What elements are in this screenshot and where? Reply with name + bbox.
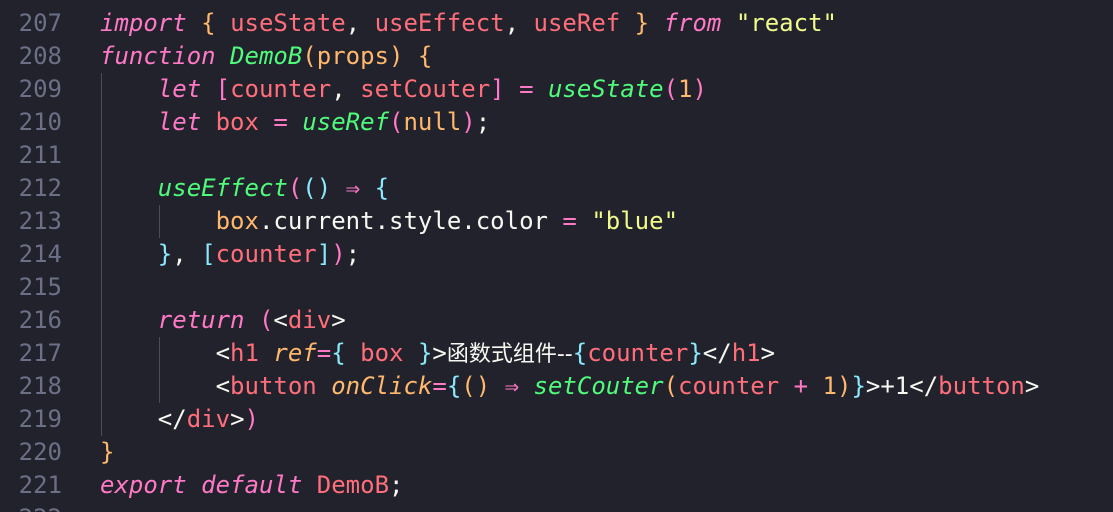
function-call-token: useState bbox=[547, 75, 664, 103]
code-line: let box = useRef(null); bbox=[157, 108, 491, 136]
identifier-token: counter bbox=[215, 240, 317, 268]
code-line: }, [counter]); bbox=[157, 240, 361, 268]
keyword-token: import bbox=[100, 9, 187, 37]
code-line: useEffect(() ⇒ { bbox=[157, 174, 390, 202]
keyword-token: return bbox=[157, 306, 245, 334]
line-number: 217 bbox=[18, 339, 62, 367]
code-line: function DemoB(props) { bbox=[100, 42, 433, 70]
keyword-token: export bbox=[100, 471, 187, 499]
identifier-token: box bbox=[360, 339, 404, 367]
code-line: <h1 ref={ box }>函数式组件--{counter}</h1> bbox=[215, 339, 776, 367]
number-token: 1 bbox=[822, 372, 837, 400]
property-token: color bbox=[475, 207, 548, 235]
jsx-text-token: 函数式组件-- bbox=[446, 342, 573, 367]
jsx-tag-token: div bbox=[186, 405, 231, 433]
property-token: current bbox=[273, 207, 375, 235]
code-line: <button onClick={() ⇒ setCouter(counter … bbox=[215, 372, 1040, 400]
line-number: 221 bbox=[18, 471, 62, 499]
function-name-token: DemoB bbox=[230, 42, 303, 70]
code-line: box.current.style.color = "blue" bbox=[215, 207, 679, 235]
jsx-tag-token: div bbox=[287, 306, 332, 334]
line-number: 212 bbox=[18, 174, 62, 202]
jsx-tag-token: h1 bbox=[731, 339, 761, 367]
identifier-token: counter bbox=[587, 339, 689, 367]
line-number-gutter: 207 208 209 210 211 212 213 214 215 216 … bbox=[0, 0, 80, 512]
arrow-token: ⇒ bbox=[504, 372, 520, 400]
string-token: "react" bbox=[735, 9, 837, 37]
code-area[interactable]: import { useState, useEffect, useRef } f… bbox=[100, 0, 1113, 512]
code-line: let [counter, setCouter] = useState(1) bbox=[157, 75, 707, 103]
jsx-attribute-token: ref bbox=[273, 339, 317, 367]
keyword-token: let bbox=[157, 75, 202, 103]
code-editor[interactable]: 207 208 209 210 211 212 213 214 215 216 … bbox=[0, 0, 1113, 512]
line-number: 218 bbox=[18, 372, 62, 400]
code-line: } bbox=[100, 438, 115, 466]
parameter-token: props bbox=[316, 42, 389, 70]
identifier-token: useRef bbox=[533, 9, 621, 37]
code-line: import { useState, useEffect, useRef } f… bbox=[100, 9, 837, 37]
identifier-token: counter bbox=[230, 75, 332, 103]
line-number: 215 bbox=[18, 273, 62, 301]
identifier-token: box bbox=[215, 108, 259, 136]
property-token: style bbox=[389, 207, 462, 235]
line-number: 220 bbox=[18, 438, 62, 466]
jsx-attribute-token: onClick bbox=[331, 372, 433, 400]
keyword-token: from bbox=[663, 9, 722, 37]
line-number: 222 bbox=[0, 502, 62, 512]
jsx-tag-token: button bbox=[230, 372, 317, 400]
identifier-token: DemoB bbox=[316, 471, 390, 499]
identifier-token: counter bbox=[678, 372, 780, 400]
line-number: 208 bbox=[18, 42, 62, 70]
code-line: </div>) bbox=[157, 405, 259, 433]
line-number: 207 bbox=[18, 9, 62, 37]
line-number: 216 bbox=[18, 306, 62, 334]
function-call-token: useEffect bbox=[157, 174, 288, 202]
line-number: 219 bbox=[18, 405, 62, 433]
keyword-token: function bbox=[100, 42, 216, 70]
line-number: 210 bbox=[18, 108, 62, 136]
jsx-tag-token: button bbox=[938, 372, 1025, 400]
identifier-token: useState bbox=[230, 9, 346, 37]
identifier-token: setCouter bbox=[360, 75, 491, 103]
arrow-token: ⇒ bbox=[345, 174, 361, 202]
jsx-text-token: +1 bbox=[880, 372, 910, 400]
keyword-token: default bbox=[201, 471, 303, 499]
identifier-token: box bbox=[215, 207, 259, 235]
jsx-tag-token: h1 bbox=[230, 339, 259, 367]
line-number: 211 bbox=[18, 141, 62, 169]
keyword-token: let bbox=[157, 108, 202, 136]
code-line: return (<div> bbox=[157, 306, 346, 334]
number-token: 1 bbox=[678, 75, 693, 103]
line-number: 213 bbox=[18, 207, 62, 235]
string-token: "blue" bbox=[591, 207, 679, 235]
function-call-token: setCouter bbox=[533, 372, 664, 400]
function-call-token: useRef bbox=[302, 108, 390, 136]
identifier-token: useEffect bbox=[374, 9, 505, 37]
line-number: 209 bbox=[18, 75, 62, 103]
null-token: null bbox=[403, 108, 462, 136]
line-number: 214 bbox=[18, 240, 62, 268]
code-line: export default DemoB; bbox=[100, 471, 404, 499]
